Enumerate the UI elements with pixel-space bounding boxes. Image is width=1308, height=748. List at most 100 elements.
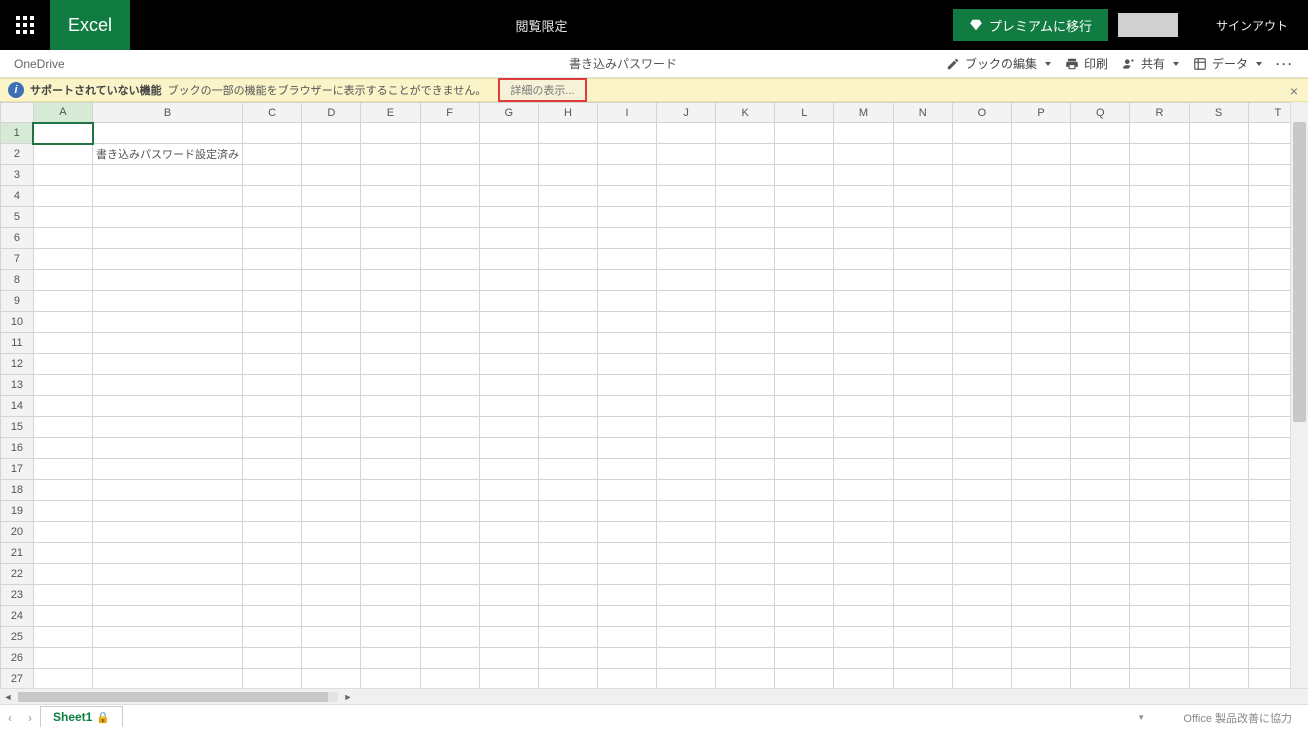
cell[interactable] xyxy=(33,291,92,312)
cell[interactable] xyxy=(93,291,243,312)
cell[interactable] xyxy=(1189,354,1248,375)
premium-button[interactable]: プレミアムに移行 xyxy=(953,9,1108,41)
cell[interactable] xyxy=(33,606,92,627)
cell[interactable] xyxy=(479,459,538,480)
cell[interactable] xyxy=(716,165,775,186)
cell[interactable] xyxy=(893,501,952,522)
cell[interactable] xyxy=(952,312,1011,333)
cell[interactable] xyxy=(1071,207,1130,228)
cell[interactable] xyxy=(538,480,597,501)
cell[interactable] xyxy=(657,186,716,207)
cell[interactable] xyxy=(657,123,716,144)
cell[interactable] xyxy=(302,564,361,585)
cell[interactable] xyxy=(1071,564,1130,585)
row-header[interactable]: 17 xyxy=(1,459,34,480)
cell[interactable] xyxy=(420,228,479,249)
cell[interactable] xyxy=(243,606,302,627)
cell[interactable] xyxy=(538,312,597,333)
cell[interactable] xyxy=(361,312,420,333)
cell[interactable] xyxy=(716,249,775,270)
cell[interactable] xyxy=(93,459,243,480)
cell[interactable] xyxy=(538,144,597,165)
cell[interactable] xyxy=(598,186,657,207)
row-header[interactable]: 24 xyxy=(1,606,34,627)
cell[interactable] xyxy=(1189,144,1248,165)
cell[interactable] xyxy=(479,207,538,228)
cell[interactable] xyxy=(243,417,302,438)
cell[interactable] xyxy=(657,606,716,627)
cell[interactable] xyxy=(33,165,92,186)
cell[interactable] xyxy=(716,417,775,438)
cell[interactable] xyxy=(775,312,834,333)
cell[interactable] xyxy=(243,585,302,606)
cell[interactable] xyxy=(598,165,657,186)
cell[interactable] xyxy=(1130,522,1189,543)
cell[interactable] xyxy=(302,669,361,689)
cell[interactable] xyxy=(952,396,1011,417)
cell[interactable] xyxy=(33,417,92,438)
cell[interactable] xyxy=(834,249,893,270)
vertical-scrollbar[interactable] xyxy=(1290,102,1308,688)
cell[interactable] xyxy=(479,396,538,417)
cell[interactable] xyxy=(1071,312,1130,333)
cell[interactable] xyxy=(893,270,952,291)
cell[interactable] xyxy=(93,249,243,270)
cell[interactable] xyxy=(243,459,302,480)
cell[interactable] xyxy=(33,543,92,564)
cell[interactable] xyxy=(775,522,834,543)
cell[interactable] xyxy=(420,669,479,689)
cell[interactable] xyxy=(538,123,597,144)
cell[interactable] xyxy=(834,564,893,585)
row-header[interactable]: 6 xyxy=(1,228,34,249)
column-header[interactable]: E xyxy=(361,103,420,123)
cell[interactable] xyxy=(1130,207,1189,228)
cell[interactable] xyxy=(657,354,716,375)
cell[interactable] xyxy=(1189,480,1248,501)
cell[interactable] xyxy=(1071,438,1130,459)
cell[interactable] xyxy=(598,501,657,522)
cell[interactable] xyxy=(1130,333,1189,354)
row-header[interactable]: 1 xyxy=(1,123,34,144)
cell[interactable] xyxy=(893,333,952,354)
column-header[interactable]: H xyxy=(538,103,597,123)
cell[interactable] xyxy=(420,627,479,648)
row-header[interactable]: 21 xyxy=(1,543,34,564)
cell[interactable] xyxy=(657,564,716,585)
cell[interactable] xyxy=(243,354,302,375)
cell[interactable] xyxy=(775,396,834,417)
cell[interactable] xyxy=(361,207,420,228)
cell[interactable] xyxy=(420,207,479,228)
column-header[interactable]: A xyxy=(33,103,92,123)
cell[interactable] xyxy=(657,522,716,543)
cell[interactable] xyxy=(775,585,834,606)
cell[interactable] xyxy=(538,585,597,606)
cell[interactable] xyxy=(361,270,420,291)
cell[interactable] xyxy=(1071,354,1130,375)
cell[interactable] xyxy=(1071,270,1130,291)
cell[interactable] xyxy=(33,627,92,648)
column-header[interactable]: L xyxy=(775,103,834,123)
cell[interactable] xyxy=(1012,375,1071,396)
sheet-tab[interactable]: Sheet1 🔒 xyxy=(40,706,123,727)
cell[interactable] xyxy=(479,375,538,396)
feedback-link[interactable]: Office 製品改善に協力 xyxy=(1183,710,1292,726)
cell[interactable] xyxy=(479,669,538,689)
cell[interactable] xyxy=(952,438,1011,459)
cell[interactable] xyxy=(302,606,361,627)
column-header[interactable]: M xyxy=(834,103,893,123)
cell[interactable] xyxy=(1189,228,1248,249)
cell[interactable] xyxy=(93,417,243,438)
cell[interactable] xyxy=(1189,270,1248,291)
cell[interactable] xyxy=(93,312,243,333)
cell[interactable] xyxy=(420,585,479,606)
cell[interactable] xyxy=(1189,669,1248,689)
cell[interactable] xyxy=(1130,627,1189,648)
cell[interactable] xyxy=(93,354,243,375)
cell[interactable] xyxy=(33,375,92,396)
cell[interactable] xyxy=(893,417,952,438)
cell[interactable] xyxy=(598,312,657,333)
cell[interactable] xyxy=(1012,165,1071,186)
cell[interactable] xyxy=(420,522,479,543)
cell[interactable] xyxy=(775,648,834,669)
column-header[interactable]: R xyxy=(1130,103,1189,123)
